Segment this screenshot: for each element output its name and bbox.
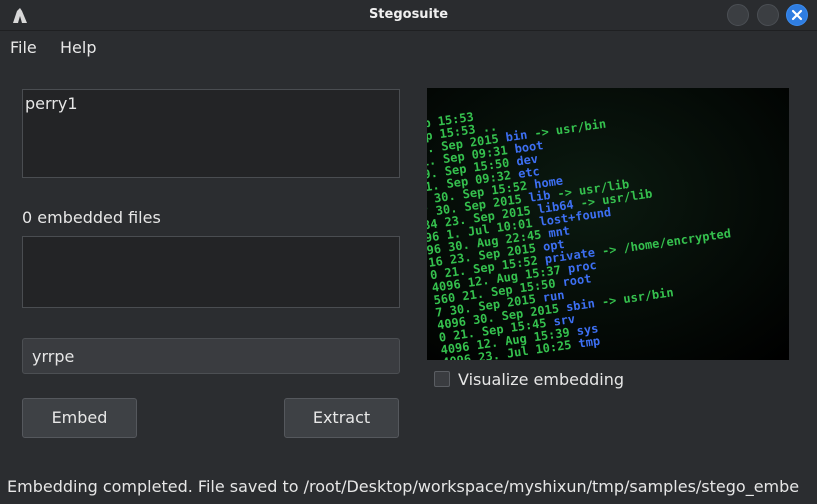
maximize-button[interactable] bbox=[757, 4, 779, 26]
window-title: Stegosuite bbox=[368, 7, 449, 22]
close-button[interactable] bbox=[786, 4, 808, 26]
menu-help[interactable]: Help bbox=[60, 38, 96, 57]
menu-file[interactable]: File bbox=[10, 38, 37, 57]
embed-button[interactable]: Embed bbox=[22, 398, 137, 438]
embedded-files-list[interactable] bbox=[22, 236, 400, 308]
title-bar: Stegosuite bbox=[0, 0, 817, 31]
terminal-image: Sep 15:53Sep 15:53 ..19. Sep 2015 bin ->… bbox=[427, 88, 789, 360]
status-bar: Embedding completed. File saved to /root… bbox=[7, 477, 800, 496]
embedded-files-label: 0 embedded files bbox=[22, 208, 161, 227]
password-field[interactable]: yrrpe bbox=[22, 338, 400, 374]
image-preview: Sep 15:53 Sep 15:53 .. 19. Sep 2015 bin ->… bbox=[427, 88, 789, 360]
minimize-button[interactable] bbox=[727, 4, 749, 26]
extract-button[interactable]: Extract bbox=[284, 398, 399, 438]
message-textarea[interactable]: perry1 bbox=[22, 89, 400, 178]
close-icon bbox=[791, 9, 803, 21]
visualize-checkbox[interactable] bbox=[434, 371, 450, 387]
visualize-label: Visualize embedding bbox=[458, 370, 625, 389]
